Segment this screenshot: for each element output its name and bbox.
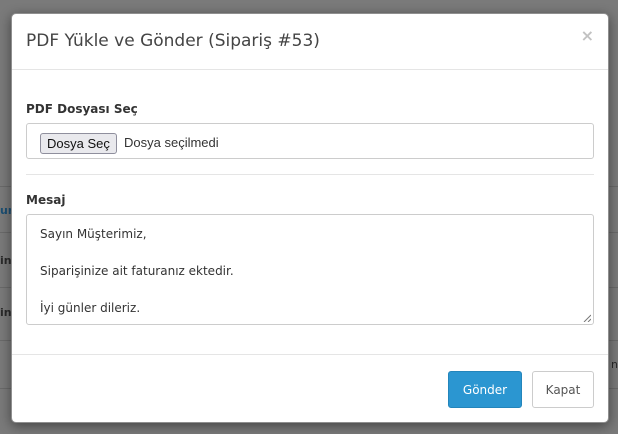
resize-grip-icon[interactable] (583, 314, 591, 322)
message-label: Mesaj (26, 193, 66, 207)
close-button[interactable]: Kapat (532, 371, 594, 408)
close-icon[interactable]: × (581, 28, 594, 44)
message-textarea[interactable]: Sayın Müşterimiz, Siparişinize ait fatur… (26, 214, 594, 325)
message-line: Sayın Müşterimiz, (40, 227, 147, 241)
pdf-file-label: PDF Dosyası Seç (26, 102, 138, 116)
send-button[interactable]: Gönder (448, 371, 522, 408)
message-line: Siparişinize ait faturanız ektedir. (40, 264, 234, 278)
pdf-file-input[interactable]: Dosya Seç Dosya seçilmedi (26, 123, 594, 159)
pdf-upload-modal: PDF Yükle ve Gönder (Sipariş #53) × PDF … (11, 13, 609, 423)
modal-header: PDF Yükle ve Gönder (Sipariş #53) × (12, 14, 608, 70)
file-status-text: Dosya seçilmedi (124, 135, 219, 150)
message-line-blank (40, 244, 580, 263)
choose-file-button[interactable]: Dosya Seç (40, 133, 117, 154)
section-divider (26, 174, 594, 175)
background-text-fragment: in (0, 254, 12, 267)
modal-title: PDF Yükle ve Gönder (Sipariş #53) (26, 31, 320, 51)
background-text-fragment: n (611, 358, 618, 371)
message-line-blank (40, 281, 580, 300)
modal-footer: Gönder Kapat (12, 354, 608, 424)
background-text-fragment: in (0, 306, 12, 319)
message-line: İyi günler dileriz. (40, 301, 141, 315)
